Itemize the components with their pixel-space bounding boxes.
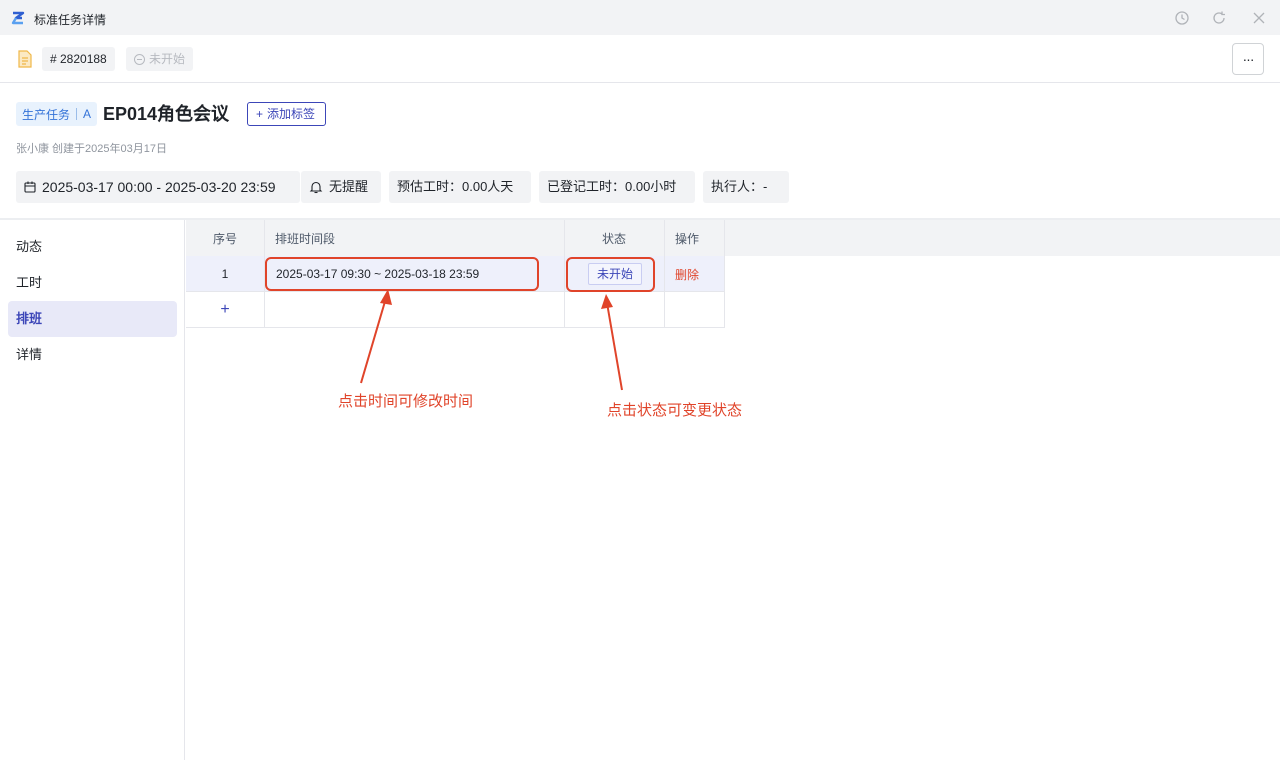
calendar-icon [24,181,36,193]
status-highlight-box [566,257,655,292]
header-status: 状态 [601,231,626,246]
refresh-icon[interactable] [1210,9,1228,27]
task-type-label: 生产任务 [22,107,71,122]
status-arrow-head [601,294,613,309]
sidebar-item-schedule[interactable]: 排班 [8,301,177,337]
time-hint-text: 点击时间可修改时间 [338,393,474,410]
task-level-label: A [83,107,92,121]
status-hint-text: 点击状态可变更状态 [607,402,743,419]
reminder-field[interactable]: 无提醒 [301,171,381,203]
grid-line [186,327,724,328]
sidebar-item-details[interactable]: 详情 [8,337,177,373]
grid-line [564,220,565,328]
history-icon[interactable] [1173,9,1191,27]
add-tag-label: 添加标签 [267,107,316,121]
grid-line [724,220,725,328]
header-index: 序号 [212,231,237,246]
date-range-text: 2025-03-17 00:00 - 2025-03-20 23:59 [42,179,276,195]
sidebar-item-activity[interactable]: 动态 [8,229,177,265]
more-button[interactable]: ··· [1232,43,1264,75]
header-period: 排班时间段 [275,231,336,246]
time-highlight-box [265,257,539,291]
date-range-field[interactable]: 2025-03-17 00:00 - 2025-03-20 23:59 [16,171,300,203]
time-arrow-line [360,297,387,384]
reminder-text: 无提醒 [329,179,369,194]
estimated-hours: 预估工时：0.00人天 [389,171,531,203]
grid-line [664,220,665,328]
task-status-label: 未开始 [149,52,186,66]
close-icon[interactable] [1250,9,1268,27]
plus-icon: + [256,107,264,121]
add-tag-button[interactable]: + 添加标签 [247,102,327,126]
logged-hours: 已登记工时：0.00小时 [539,171,695,203]
window-titlebar: 标准任务详情 [0,0,1280,35]
task-status-badge[interactable]: 未开始 [126,47,194,71]
row-index: 1 [221,267,229,281]
bell-icon [309,181,323,194]
status-arrow-line [606,302,623,391]
delete-button[interactable]: 删除 [675,256,715,292]
add-row-button[interactable]: + [186,292,264,328]
creator-info: 张小康 创建于2025年03月17日 [16,143,167,155]
assignee-field[interactable]: 执行人：- [703,171,789,203]
tag-separator [76,108,78,120]
app-logo-icon [11,11,25,25]
page-title: EP014角色会议 [103,104,230,124]
document-icon [18,50,32,68]
task-toolbar: # 2820188 未开始 ··· [0,35,1280,83]
header-action: 操作 [675,231,700,246]
task-id: # 2820188 [42,47,115,71]
window-title: 标准任务详情 [34,13,107,27]
sidebar-nav: 动态 工时 排班 详情 [0,220,185,760]
status-circle-icon [134,53,145,65]
task-type-tag: 生产任务 A [16,102,98,126]
sidebar-item-worktime[interactable]: 工时 [8,265,177,301]
